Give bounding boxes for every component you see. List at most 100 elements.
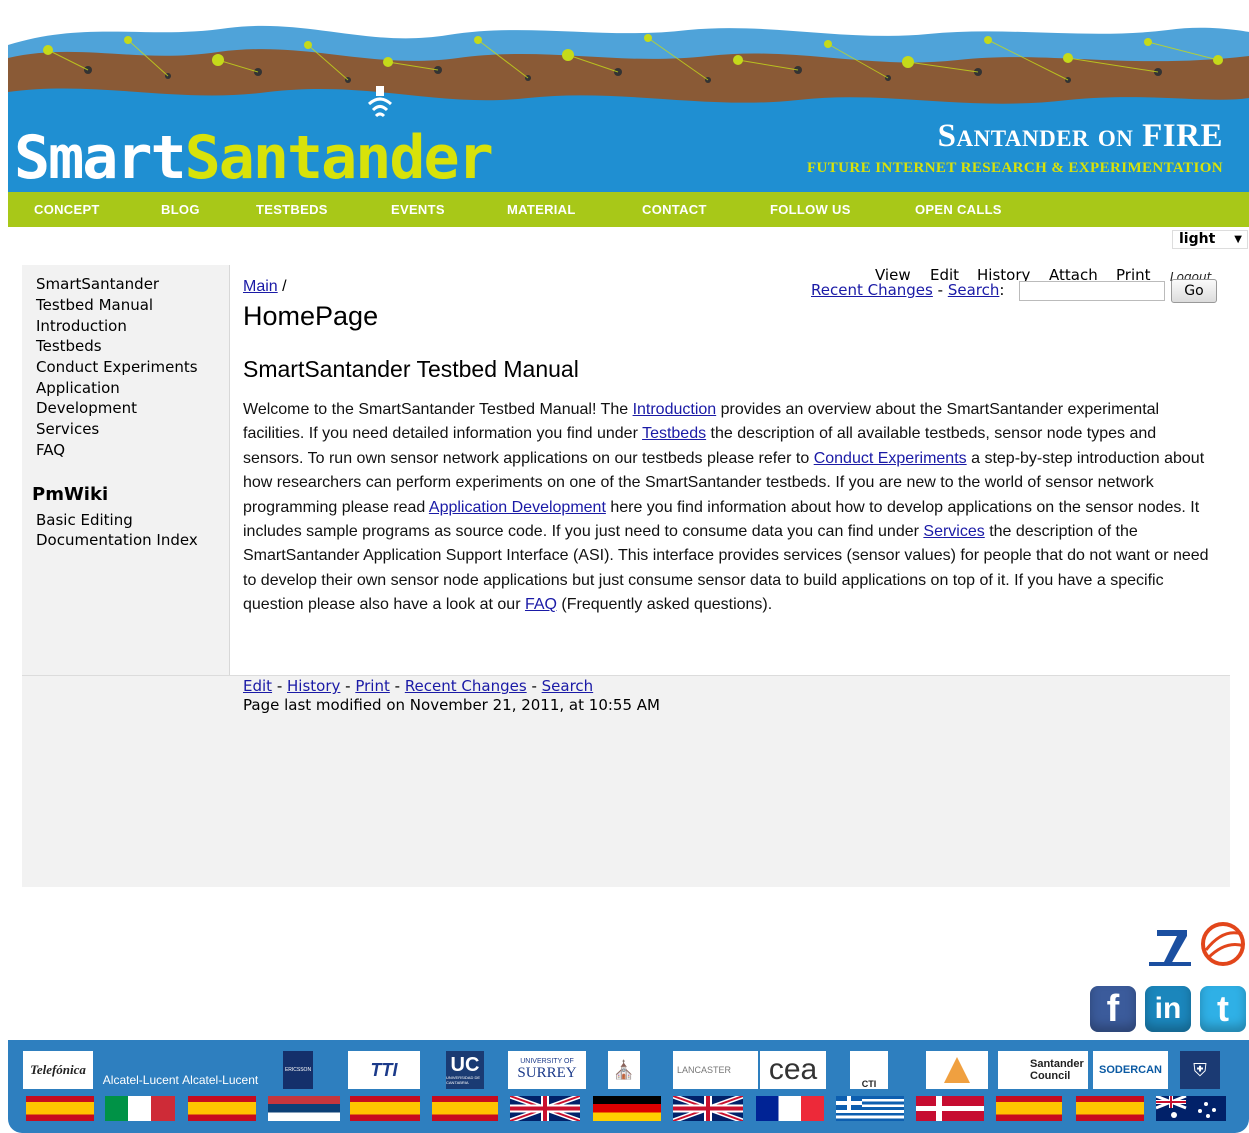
alcatel-logos[interactable]: Alcatel-Lucent Alcatel-Lucent xyxy=(98,1051,263,1089)
surrey-logo-line1: UNIVERSITY OF xyxy=(520,1058,574,1065)
inline-link-testbeds[interactable]: Testbeds xyxy=(642,425,706,442)
uc-logo-sub: UNIVERSIDAD DE CANTABRIA xyxy=(446,1075,481,1085)
surrey-logo-line2: SURREY xyxy=(517,1065,577,1081)
alcatel-lucent-label-2: Alcatel-Lucent xyxy=(182,1073,259,1087)
cea-logo[interactable]: cea xyxy=(760,1051,826,1089)
uc-logo[interactable]: UC UNIVERSIDAD DE CANTABRIA xyxy=(446,1051,484,1089)
mountain-icon xyxy=(944,1057,970,1083)
sidebar-item-testbed-manual[interactable]: Testbed Manual xyxy=(36,295,153,315)
sidebar-item-conduct-experiments[interactable]: Conduct Experiments xyxy=(36,357,198,377)
sidebar: SmartSantander Testbed Manual Introducti… xyxy=(22,265,230,676)
uc-logo-text: UC xyxy=(450,1054,480,1076)
nav-material[interactable]: MATERIAL xyxy=(507,202,576,217)
paragraph-text: Welcome to the SmartSantander Testbed Ma… xyxy=(243,401,633,418)
santander-council-line2: Council xyxy=(1030,1070,1071,1082)
italy-flag-icon xyxy=(105,1096,175,1121)
footer-print-link[interactable]: Print xyxy=(355,677,390,695)
skin-select-value: light xyxy=(1179,231,1216,247)
greece-flag-icon xyxy=(836,1096,904,1121)
chevron-down-icon: ▼ xyxy=(1234,234,1242,245)
footer-actions: Edit - History - Print - Recent Changes … xyxy=(243,677,593,695)
recent-changes-search-line: Recent Changes - Search: xyxy=(811,281,1004,299)
spain-flag-icon xyxy=(996,1096,1062,1121)
paragraph-text: (Frequently asked questions). xyxy=(556,596,773,614)
sidebar-item-development[interactable]: Development xyxy=(36,398,137,418)
partners-strip: Telefónica Alcatel-Lucent Alcatel-Lucent… xyxy=(8,1040,1249,1133)
search-link[interactable]: Search xyxy=(948,281,1000,299)
santander-council-line1: Santander xyxy=(1030,1058,1084,1070)
germany-flag-icon xyxy=(593,1096,661,1121)
footer-history-link[interactable]: History xyxy=(287,677,340,695)
inline-link-application-development[interactable]: Application Development xyxy=(429,499,606,516)
ericsson-logo[interactable]: ERICSSON xyxy=(283,1051,313,1089)
footer-edit-link[interactable]: Edit xyxy=(243,677,272,695)
separator: - xyxy=(272,677,288,695)
inline-link-introduction[interactable]: Introduction xyxy=(633,401,717,418)
sidebar-item-testbeds[interactable]: Testbeds xyxy=(36,336,102,356)
university-crest-icon[interactable]: ⛪ xyxy=(608,1051,640,1089)
footer-recent-changes-link[interactable]: Recent Changes xyxy=(405,677,527,695)
spain-flag-icon xyxy=(350,1096,420,1121)
breadcrumb-separator: / xyxy=(277,278,287,295)
recent-changes-link[interactable]: Recent Changes xyxy=(811,281,933,299)
lancaster-logo[interactable]: LANCASTER xyxy=(673,1051,758,1089)
logo-smart-text: Smart xyxy=(14,123,187,192)
skin-select[interactable]: light ▼ xyxy=(1172,230,1248,249)
sidebar-item-services[interactable]: Services xyxy=(36,419,99,439)
go-button[interactable]: Go xyxy=(1171,279,1217,303)
cti-logo[interactable]: CTI xyxy=(850,1051,888,1089)
site-tagline: Santander on FIRE xyxy=(937,118,1223,154)
separator: - xyxy=(389,677,405,695)
page-title: HomePage xyxy=(243,301,379,331)
smartsantander-logo[interactable]: Smart Santander xyxy=(14,114,494,192)
sidebar-item-faq[interactable]: FAQ xyxy=(36,440,65,460)
footer-search-link[interactable]: Search xyxy=(542,677,594,695)
uk-flag-icon xyxy=(673,1096,743,1121)
separator: - xyxy=(932,281,948,299)
main-nav: CONCEPT BLOG TESTBEDS EVENTS MATERIAL CO… xyxy=(8,192,1249,227)
serbia-flag-icon xyxy=(268,1096,340,1121)
nav-concept[interactable]: CONCEPT xyxy=(34,202,100,217)
sidebar-item-documentation-index[interactable]: Documentation Index xyxy=(36,530,198,550)
logo-santander-text: Santander xyxy=(184,123,494,192)
breadcrumb: Main / xyxy=(243,278,287,296)
denmark-flag-icon xyxy=(916,1096,984,1121)
surrey-logo[interactable]: UNIVERSITY OF SURREY xyxy=(508,1051,586,1089)
sidebar-item-basic-editing[interactable]: Basic Editing xyxy=(36,510,133,530)
separator: - xyxy=(526,677,542,695)
nav-follow-us[interactable]: FOLLOW US xyxy=(770,202,851,217)
search-input[interactable] xyxy=(1019,281,1165,301)
nav-contact[interactable]: CONTACT xyxy=(642,202,707,217)
nav-open-calls[interactable]: OPEN CALLS xyxy=(915,202,1002,217)
search-colon: : xyxy=(999,281,1005,299)
santander-council-logo[interactable]: Santander Council xyxy=(998,1051,1088,1089)
site-header: Smart Santander Santander on FIRE FUTURE … xyxy=(8,0,1249,192)
fp7-logo-icon xyxy=(1149,930,1191,966)
university-shield-icon[interactable]: ⛨ xyxy=(1180,1051,1220,1089)
alcatel-lucent-label-1: Alcatel-Lucent xyxy=(102,1073,179,1087)
ucan-logo-icon[interactable] xyxy=(926,1051,988,1089)
sidebar-item-introduction[interactable]: Introduction xyxy=(36,316,127,336)
twitter-icon[interactable]: t xyxy=(1200,986,1246,1032)
sidebar-item-application[interactable]: Application xyxy=(36,378,120,398)
inline-link-faq[interactable]: FAQ xyxy=(525,596,557,613)
spain-flag-icon xyxy=(26,1096,94,1121)
australia-flag-icon xyxy=(1156,1096,1226,1121)
facebook-icon[interactable]: f xyxy=(1090,986,1136,1032)
nav-blog[interactable]: BLOG xyxy=(161,202,200,217)
linkedin-icon[interactable]: in xyxy=(1145,986,1191,1032)
sidebar-item-smartsantander[interactable]: SmartSantander xyxy=(36,274,159,294)
tti-logo[interactable]: TTI xyxy=(348,1051,420,1089)
sodercan-logo[interactable]: SODERCAN xyxy=(1093,1051,1168,1089)
uk-flag-icon xyxy=(510,1096,580,1121)
sidebar-heading-pmwiki: PmWiki xyxy=(32,484,109,505)
section-title: SmartSantander Testbed Manual xyxy=(243,356,579,382)
breadcrumb-group-link[interactable]: Main xyxy=(243,278,278,295)
site-subtitle: FUTURE INTERNET RESEARCH & EXPERIMENTATI… xyxy=(806,160,1223,176)
nav-events[interactable]: EVENTS xyxy=(391,202,445,217)
nav-testbeds[interactable]: TESTBEDS xyxy=(256,202,328,217)
inline-link-services[interactable]: Services xyxy=(923,523,984,540)
inline-link-conduct-experiments[interactable]: Conduct Experiments xyxy=(814,450,967,467)
separator: - xyxy=(340,677,356,695)
telefonica-logo[interactable]: Telefónica xyxy=(23,1051,93,1089)
